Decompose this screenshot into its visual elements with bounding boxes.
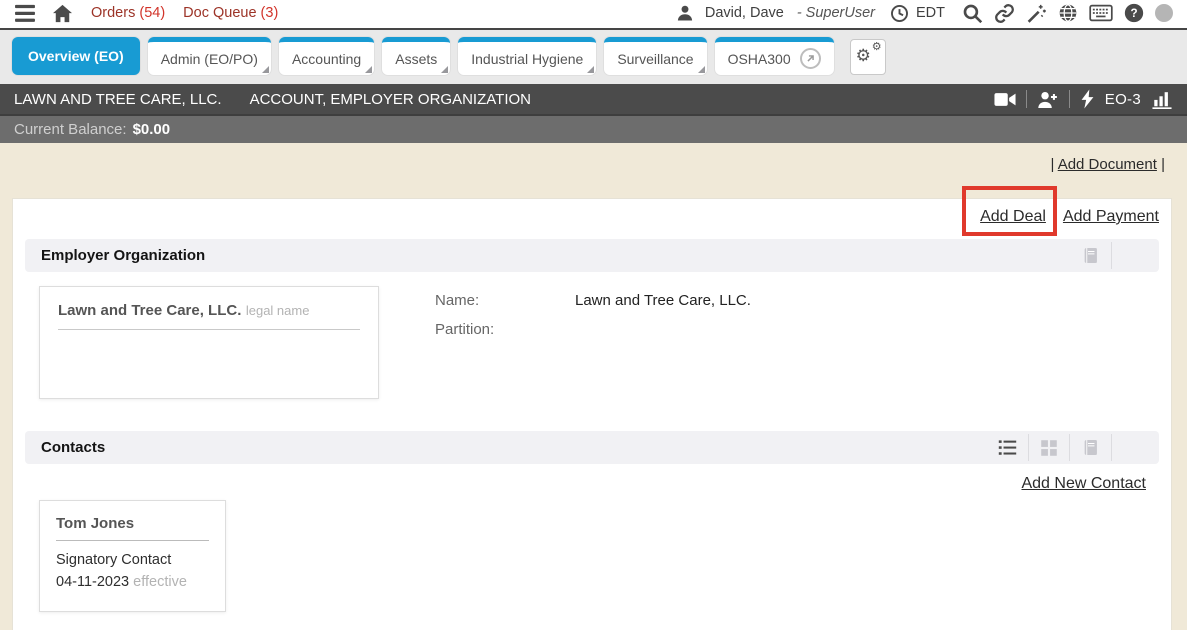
tab-surveillance[interactable]: Surveillance	[604, 37, 706, 75]
main-panel: Add Deal Add Payment Employer Organizati…	[12, 198, 1172, 630]
external-link-icon[interactable]	[800, 48, 821, 69]
employer-fields: Name: Lawn and Tree Care, LLC. Partition…	[435, 292, 751, 399]
tab-label: Accounting	[292, 51, 361, 67]
orders-label: Orders	[91, 5, 135, 21]
pipe-right: |	[1161, 156, 1165, 173]
contact-role: Signatory Contact	[56, 550, 209, 572]
tab-label: Assets	[395, 51, 437, 67]
tab-admin-eo-po[interactable]: Admin (EO/PO)	[148, 37, 271, 75]
globe-icon[interactable]	[1058, 3, 1078, 23]
entity-name: LAWN AND TREE CARE, LLC.	[14, 91, 222, 108]
panel-actions-row: Add Deal Add Payment	[980, 208, 1159, 226]
notebook-icon[interactable]	[1081, 246, 1100, 265]
contact-date-hint: effective	[133, 574, 187, 590]
employer-card-name: Lawn and Tree Care, LLC.	[58, 302, 241, 319]
help-icon[interactable]: ?	[1124, 3, 1144, 23]
entity-header-bar: LAWN AND TREE CARE, LLC. ACCOUNT, EMPLOY…	[0, 84, 1187, 114]
add-contact-row: Add New Contact	[13, 464, 1171, 493]
tab-label: OSHA300	[728, 51, 791, 67]
field-value: Lawn and Tree Care, LLC.	[575, 292, 751, 309]
tab-settings-button[interactable]: ⚙ ⚙	[850, 39, 886, 75]
user-role: - SuperUser	[797, 5, 875, 21]
video-camera-icon[interactable]	[994, 91, 1016, 108]
doc-queue-count: (3)	[261, 5, 279, 21]
clock-icon[interactable]	[890, 4, 909, 23]
doc-queue-label: Doc Queue	[183, 5, 256, 21]
field-label: Name:	[435, 292, 575, 309]
tab-label: Admin (EO/PO)	[161, 51, 258, 67]
add-payment-link[interactable]: Add Payment	[1063, 208, 1159, 226]
contact-name: Tom Jones	[56, 515, 209, 532]
keyboard-icon[interactable]	[1089, 4, 1113, 22]
user-icon	[676, 4, 694, 22]
pipe-left: |	[1050, 156, 1054, 173]
entity-type: ACCOUNT, EMPLOYER ORGANIZATION	[250, 91, 531, 108]
balance-value: $0.00	[133, 121, 171, 138]
tab-industrial-hygiene[interactable]: Industrial Hygiene	[458, 37, 596, 75]
tab-label: Industrial Hygiene	[471, 51, 583, 67]
add-document-link[interactable]: Add Document	[1058, 156, 1157, 173]
notebook-icon[interactable]	[1081, 438, 1100, 457]
field-label: Partition:	[435, 321, 575, 338]
tab-bar: Overview (EO) Admin (EO/PO) Accounting A…	[0, 30, 1187, 84]
list-view-icon[interactable]	[998, 439, 1017, 456]
nav-doc-queue[interactable]: Doc Queue (3)	[183, 5, 278, 21]
wand-icon[interactable]	[1026, 3, 1047, 24]
balance-bar: Current Balance: $0.00	[0, 114, 1187, 143]
timezone-label: EDT	[916, 5, 945, 21]
top-bar: Orders (54) Doc Queue (3) David, Dave - …	[0, 0, 1187, 30]
employer-organization-body: Lawn and Tree Care, LLC. legal name Name…	[39, 286, 1159, 399]
tab-overview-eo[interactable]: Overview (EO)	[12, 37, 140, 75]
orders-count: (54)	[139, 5, 165, 21]
contact-card[interactable]: Tom Jones Signatory Contact 04-11-2023 e…	[39, 500, 226, 612]
tab-label: Overview (EO)	[28, 48, 124, 64]
link-icon[interactable]	[994, 3, 1015, 24]
content-area: | Add Document | Add Deal Add Payment Em…	[0, 143, 1187, 630]
home-icon[interactable]	[52, 4, 73, 23]
add-new-contact-link[interactable]: Add New Contact	[1021, 475, 1146, 492]
tab-assets[interactable]: Assets	[382, 37, 450, 75]
employer-organization-section-header: Employer Organization	[25, 239, 1159, 272]
svg-text:?: ?	[1130, 7, 1137, 20]
add-deal-link[interactable]: Add Deal	[980, 208, 1046, 226]
search-icon[interactable]	[962, 3, 983, 24]
grid-view-icon[interactable]	[1040, 439, 1058, 457]
contacts-section-header: Contacts	[25, 431, 1159, 464]
gear-icon: ⚙	[856, 47, 871, 64]
employer-organization-title: Employer Organization	[41, 247, 205, 264]
tab-accounting[interactable]: Accounting	[279, 37, 374, 75]
tab-label: Surveillance	[617, 51, 693, 67]
contact-date: 04-11-2023	[56, 574, 129, 590]
bar-chart-icon[interactable]	[1151, 89, 1173, 109]
add-document-row: | Add Document |	[1050, 156, 1165, 173]
balance-label: Current Balance:	[14, 121, 127, 138]
field-row-partition: Partition:	[435, 321, 751, 338]
hamburger-menu-icon[interactable]	[14, 4, 36, 23]
contacts-title: Contacts	[41, 439, 105, 456]
gear-small-icon: ⚙	[872, 42, 882, 53]
status-circle	[1155, 4, 1173, 22]
nav-orders[interactable]: Orders (54)	[91, 5, 165, 21]
field-row-name: Name: Lawn and Tree Care, LLC.	[435, 292, 751, 309]
employer-card[interactable]: Lawn and Tree Care, LLC. legal name	[39, 286, 379, 399]
user-name[interactable]: David, Dave	[705, 5, 784, 21]
tab-osha300[interactable]: OSHA300	[715, 37, 834, 75]
person-add-icon[interactable]	[1037, 90, 1059, 109]
lightning-icon[interactable]	[1080, 89, 1095, 109]
entity-code: EO-3	[1105, 91, 1141, 108]
employer-card-hint: legal name	[246, 303, 310, 318]
